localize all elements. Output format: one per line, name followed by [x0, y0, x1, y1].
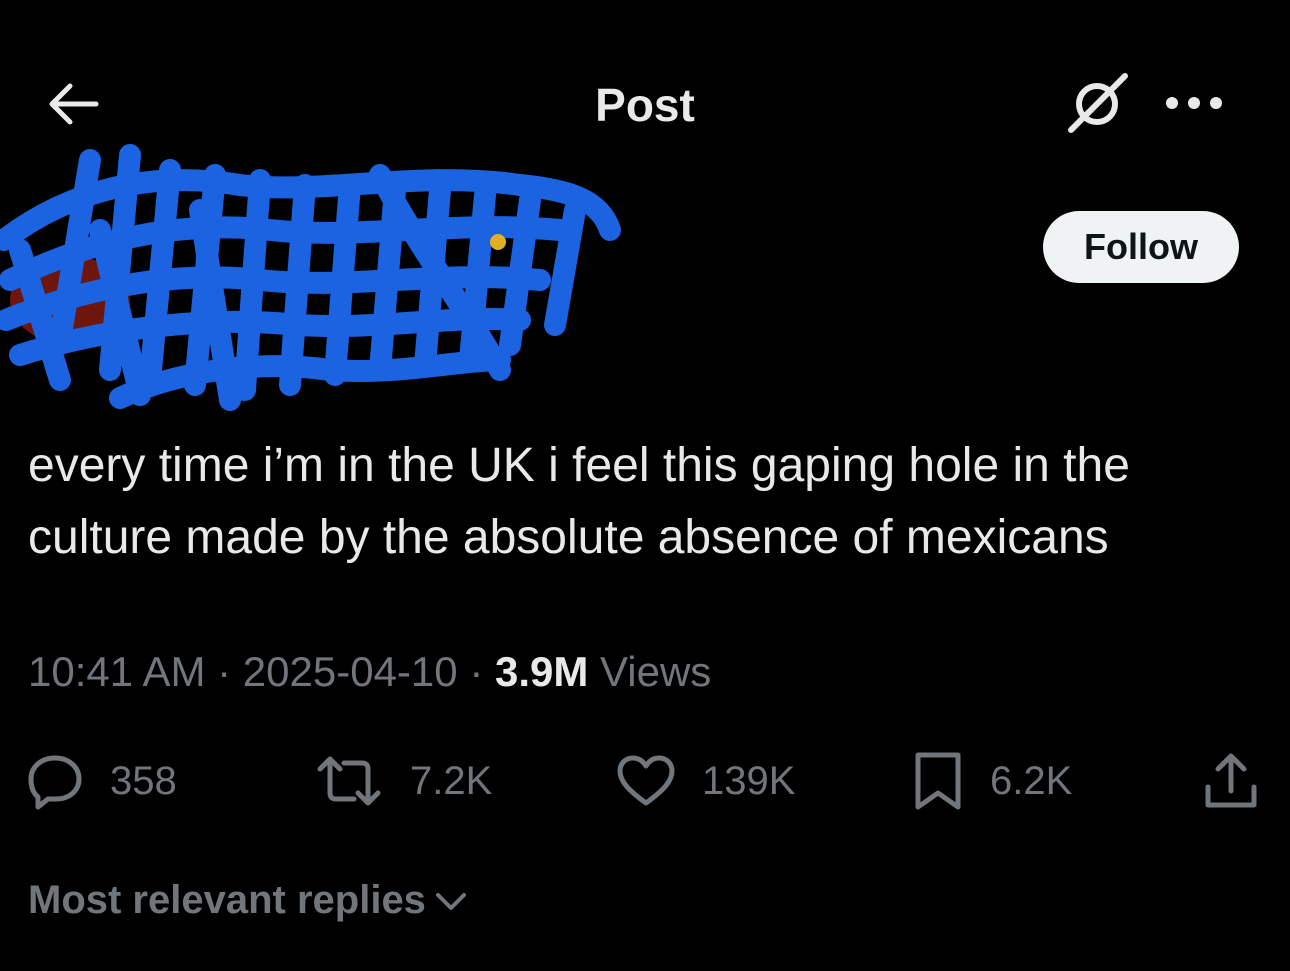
- reply-button[interactable]: 358: [26, 748, 177, 814]
- repost-count: 7.2K: [410, 758, 493, 803]
- separator: ·: [469, 648, 495, 695]
- reply-icon: [28, 755, 82, 810]
- post-time: 10:41 AM: [28, 648, 206, 695]
- follow-button[interactable]: Follow: [1043, 211, 1239, 283]
- bookmark-icon: [915, 752, 961, 810]
- heart-icon: [617, 755, 675, 806]
- repost-button[interactable]: 7.2K: [314, 748, 492, 814]
- chevron-down-icon: [435, 892, 466, 910]
- share-icon: [1205, 753, 1257, 808]
- bookmark-count: 6.2K: [990, 758, 1073, 803]
- post-text: every time i’m in the UK i feel this gap…: [28, 430, 1268, 574]
- post-text-line-1: every time i’m in the UK i feel this gap…: [28, 439, 1130, 492]
- grok-button[interactable]: [1060, 70, 1136, 136]
- action-bar: 358 7.2K 139K 6.2K: [0, 748, 1290, 818]
- bookmark-button[interactable]: 6.2K: [912, 748, 1072, 814]
- more-horizontal-icon: [1166, 97, 1222, 109]
- views-label: Views: [600, 648, 712, 695]
- reply-count: 358: [110, 758, 177, 803]
- like-count: 139K: [702, 758, 796, 803]
- post-meta: 10:41 AM · 2025-04-10 · 3.9M Views: [28, 648, 711, 696]
- redaction-scribble: [0, 144, 621, 411]
- replies-sort-dropdown[interactable]: Most relevant replies: [28, 878, 468, 923]
- share-button[interactable]: [1202, 748, 1260, 814]
- repost-icon: [317, 756, 381, 806]
- separator: ·: [217, 648, 243, 695]
- grok-icon: [1068, 73, 1128, 133]
- author-info-redacted[interactable]: [0, 130, 640, 420]
- post-date: 2025-04-10: [242, 648, 458, 695]
- like-button[interactable]: 139K: [616, 748, 795, 814]
- views-count[interactable]: 3.9M: [495, 648, 588, 695]
- more-options-button[interactable]: [1156, 80, 1232, 126]
- replies-sort-label: Most relevant replies: [28, 878, 426, 922]
- post-text-line-2: culture made by the absolute absence of …: [28, 511, 1109, 564]
